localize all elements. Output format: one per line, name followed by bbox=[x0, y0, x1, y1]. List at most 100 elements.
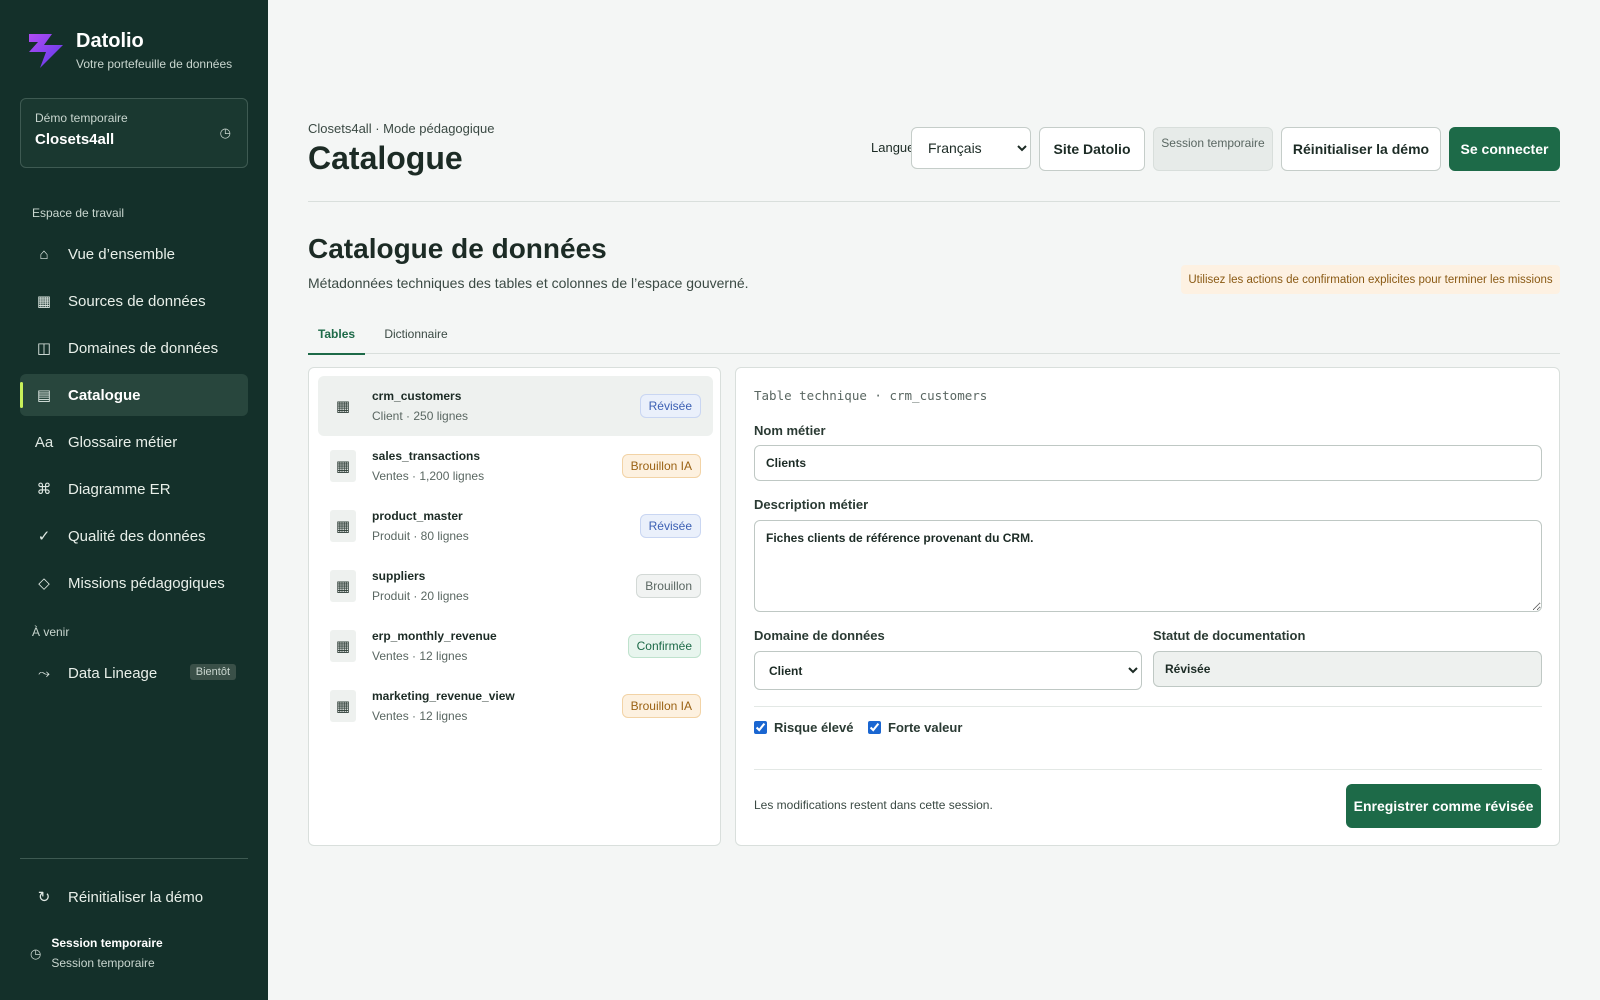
sidebar-divider bbox=[20, 858, 248, 859]
status-badge: Révisée bbox=[639, 394, 701, 418]
table-detail-editor: Table technique · crm_customers Nom méti… bbox=[735, 367, 1560, 846]
sidebar-reset-label: Réinitialiser la démo bbox=[68, 888, 204, 906]
demo-selector[interactable]: Démo temporaire Closets4all ◷ bbox=[20, 98, 248, 168]
table-icon: ▦ bbox=[330, 690, 356, 722]
table-row[interactable]: ▦ erp_monthly_revenue Ventes · 12 lignes… bbox=[318, 616, 713, 676]
lightning-logo-icon bbox=[29, 34, 63, 68]
sidebar-reset-demo[interactable]: ↻ Réinitialiser la démo bbox=[20, 876, 248, 918]
table-meta: Produit · 80 lignes bbox=[372, 529, 469, 543]
business-description-label: Description métier bbox=[754, 497, 869, 512]
save-as-reviewed-button[interactable]: Enregistrer comme révisée bbox=[1346, 784, 1541, 828]
demo-name: Closets4all bbox=[35, 131, 115, 148]
brand-tagline: Votre portefeuille de données bbox=[76, 57, 233, 71]
session-footnote: Les modifications restent dans cette ses… bbox=[754, 798, 993, 812]
diamond-icon: ◇ bbox=[38, 575, 50, 592]
sidebar-item-missions[interactable]: ◇ Missions pédagogiques bbox=[20, 562, 248, 604]
status-badge: Confirmée bbox=[627, 634, 701, 658]
table-name: sales_transactions bbox=[372, 449, 481, 463]
grid-icon: ▦ bbox=[36, 293, 52, 310]
data-domain-select[interactable]: Client bbox=[754, 651, 1142, 690]
table-icon: ▦ bbox=[330, 630, 356, 662]
status-badge: Brouillon bbox=[636, 574, 701, 598]
columns-icon: ◫ bbox=[36, 340, 52, 357]
documentation-status-field: Révisée bbox=[1153, 651, 1542, 687]
table-row[interactable]: ▦ suppliers Produit · 20 lignes Brouillo… bbox=[318, 556, 713, 616]
catalogue-tabs: Tables Dictionnaire bbox=[308, 314, 1560, 355]
demo-label: Démo temporaire bbox=[35, 111, 128, 125]
site-datolio-button[interactable]: Site Datolio bbox=[1039, 127, 1145, 171]
sidebar-item-er-diagram[interactable]: ⌘ Diagramme ER bbox=[20, 468, 248, 510]
sidebar-item-label: Missions pédagogiques bbox=[68, 574, 225, 592]
table-row[interactable]: ▦ product_master Produit · 80 lignes Rév… bbox=[318, 496, 713, 556]
high-value-checkbox[interactable]: Forte valeur bbox=[868, 720, 962, 735]
header-divider bbox=[308, 201, 1560, 202]
table-meta: Produit · 20 lignes bbox=[372, 589, 469, 603]
business-name-input[interactable] bbox=[754, 445, 1542, 481]
table-row[interactable]: ▦ marketing_revenue_view Ventes · 12 lig… bbox=[318, 676, 713, 736]
clock-icon: ◷ bbox=[219, 125, 231, 140]
session-title: Session temporaire bbox=[51, 936, 163, 950]
sidebar: Datolio Votre portefeuille de données Dé… bbox=[0, 0, 268, 1000]
session-info: ◷ Session temporaire Session temporaire bbox=[30, 936, 163, 970]
language-select[interactable]: Français bbox=[911, 127, 1031, 169]
sidebar-item-data-lineage[interactable]: ⤳ Data Lineage Bientôt bbox=[20, 652, 248, 694]
sidebar-item-overview[interactable]: ⌂ Vue d’ensemble bbox=[20, 233, 248, 275]
sidebar-item-domains[interactable]: ◫ Domaines de données bbox=[20, 327, 248, 369]
high-risk-checkbox[interactable]: Risque élevé bbox=[754, 720, 854, 735]
sidebar-item-catalogue[interactable]: ▤ Catalogue bbox=[20, 374, 248, 416]
section-description: Métadonnées techniques des tables et col… bbox=[308, 275, 749, 291]
table-meta: Ventes · 12 lignes bbox=[372, 649, 468, 663]
status-badge: Brouillon IA bbox=[621, 454, 701, 478]
sidebar-item-sources[interactable]: ▦ Sources de données bbox=[20, 280, 248, 322]
language-label: Langue bbox=[871, 140, 915, 155]
session-subtitle: Session temporaire bbox=[51, 956, 155, 970]
soon-badge: Bientôt bbox=[189, 664, 236, 680]
detail-divider bbox=[754, 706, 1542, 707]
table-meta: Ventes · 1,200 lignes bbox=[372, 469, 485, 483]
text-icon: Aa bbox=[34, 433, 54, 451]
sidebar-item-label: Qualité des données bbox=[68, 527, 206, 545]
command-icon: ⌘ bbox=[36, 481, 52, 498]
high-risk-label: Risque élevé bbox=[774, 720, 854, 735]
home-icon: ⌂ bbox=[39, 245, 49, 263]
table-name: marketing_revenue_view bbox=[372, 689, 515, 703]
refresh-icon: ↻ bbox=[37, 889, 51, 906]
reset-demo-button[interactable]: Réinitialiser la démo bbox=[1281, 127, 1441, 171]
status-badge: Brouillon IA bbox=[621, 694, 701, 718]
table-icon: ▦ bbox=[335, 398, 351, 415]
technical-table-label: Table technique · crm_customers bbox=[754, 388, 988, 403]
sidebar-item-label: Sources de données bbox=[68, 292, 206, 310]
table-row[interactable]: ▦ crm_customers Client · 250 lignes Révi… bbox=[318, 376, 713, 436]
tab-dictionary[interactable]: Dictionnaire bbox=[373, 314, 459, 354]
page-title: Catalogue bbox=[308, 140, 463, 176]
tables-list: ▦ crm_customers Client · 250 lignes Révi… bbox=[308, 367, 721, 846]
login-button[interactable]: Se connecter bbox=[1449, 127, 1560, 171]
sidebar-item-label: Catalogue bbox=[68, 386, 141, 404]
business-description-textarea[interactable]: Fiches clients de référence provenant du… bbox=[754, 520, 1542, 612]
high-value-input[interactable] bbox=[868, 721, 881, 734]
breadcrumb: Closets4all · Mode pédagogique bbox=[308, 121, 495, 136]
data-domain-label: Domaine de données bbox=[754, 628, 885, 643]
brand[interactable]: Datolio Votre portefeuille de données bbox=[26, 28, 232, 71]
sidebar-item-quality[interactable]: ✓ Qualité des données bbox=[20, 515, 248, 557]
table-meta: Client · 250 lignes bbox=[372, 409, 469, 423]
list-icon: ▤ bbox=[36, 387, 52, 404]
status-badge: Révisée bbox=[639, 514, 701, 538]
section-title: Catalogue de données bbox=[308, 233, 607, 264]
table-name: suppliers bbox=[372, 569, 426, 583]
sidebar-item-label: Vue d’ensemble bbox=[68, 245, 176, 263]
tab-tables[interactable]: Tables bbox=[308, 314, 365, 355]
nav-section-workspace: Espace de travail bbox=[32, 206, 125, 220]
sidebar-item-glossary[interactable]: Aa Glossaire métier bbox=[20, 421, 248, 463]
business-name-label: Nom métier bbox=[754, 423, 826, 438]
high-risk-input[interactable] bbox=[754, 721, 767, 734]
trend-icon: ⤳ bbox=[37, 664, 50, 682]
sidebar-item-label: Data Lineage bbox=[68, 664, 158, 682]
session-chip: Session temporaire bbox=[1153, 127, 1273, 171]
table-name: erp_monthly_revenue bbox=[372, 629, 497, 643]
table-meta: Ventes · 12 lignes bbox=[372, 709, 468, 723]
table-icon: ▦ bbox=[330, 570, 356, 602]
table-row[interactable]: ▦ sales_transactions Ventes · 1,200 lign… bbox=[318, 436, 713, 496]
mission-hint-banner: Utilisez les actions de confirmation exp… bbox=[1181, 265, 1560, 294]
table-icon: ▦ bbox=[330, 450, 356, 482]
